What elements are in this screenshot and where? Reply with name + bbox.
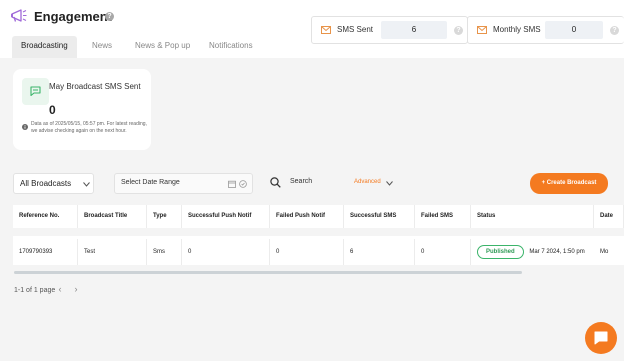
monthly-sms-value: 0 <box>545 21 603 39</box>
table-cell: 1709790393 <box>13 239 78 265</box>
table-cell: 0 <box>270 239 344 265</box>
tab-notifications[interactable]: Notifications <box>209 36 253 58</box>
message-icon <box>30 86 41 96</box>
broadcast-table: Reference No. Broadcast Title Type Succe… <box>13 205 624 265</box>
column-header[interactable]: Failed SMS <box>415 205 471 228</box>
chevron-down-icon <box>83 182 90 187</box>
horizontal-scrollbar[interactable] <box>14 271 522 274</box>
search-icon <box>270 177 281 188</box>
status-cell: Published Mar 7 2024, 1:50 pm <box>471 239 594 265</box>
next-page-button[interactable]: › <box>71 284 81 294</box>
chevron-down-icon <box>386 181 393 186</box>
table-cell: 6 <box>344 239 415 265</box>
sms-sent-label: SMS Sent <box>337 25 374 34</box>
megaphone-icon <box>11 9 27 22</box>
info-icon <box>22 124 28 130</box>
envelope-icon <box>477 26 487 34</box>
tab-news[interactable]: News <box>92 36 112 58</box>
row-separator <box>13 228 624 236</box>
monthly-sms-stat: Monthly SMS 0 ? <box>467 16 624 44</box>
page-title: Engagement <box>34 9 113 24</box>
card-title: May Broadcast SMS Sent <box>49 82 141 91</box>
card-value: 0 <box>49 103 56 117</box>
chat-icon-box <box>22 78 49 105</box>
column-header[interactable]: Reference No. <box>13 205 78 228</box>
pagination-text: 1-1 of 1 page <box>14 287 56 294</box>
tab-broadcasting[interactable]: Broadcasting <box>12 36 77 58</box>
calendar-icon <box>228 180 236 188</box>
advanced-search-link[interactable]: Advanced <box>354 179 381 185</box>
table-cell: 0 <box>182 239 270 265</box>
column-header[interactable]: Type <box>147 205 182 228</box>
table-cell: 0 <box>415 239 471 265</box>
previous-page-button[interactable]: ‹ <box>55 284 65 294</box>
date-cell: Mar 7 2024, 1:50 pm <box>529 249 585 255</box>
column-header[interactable]: Status <box>471 205 594 228</box>
table-cell: Mo <box>600 249 609 255</box>
column-header[interactable]: Broadcast Title <box>78 205 147 228</box>
broadcast-summary-card: May Broadcast SMS Sent 0 <box>13 69 151 150</box>
column-header[interactable]: Date <box>594 205 624 228</box>
tab-news-popup[interactable]: News & Pop up <box>135 36 190 58</box>
card-note: Data as of 2025/05/15, 05:57 pm. For lat… <box>31 121 147 134</box>
column-header[interactable]: Failed Push Notif <box>270 205 344 228</box>
sms-sent-value: 6 <box>381 21 447 39</box>
chat-support-button[interactable] <box>585 322 617 354</box>
search-bar: Search Advanced <box>263 173 407 194</box>
status-badge: Published <box>477 245 524 259</box>
column-header[interactable]: Successful Push Notif <box>182 205 270 228</box>
envelope-icon <box>321 26 331 34</box>
monthly-sms-label: Monthly SMS <box>493 25 541 34</box>
help-icon[interactable]: ? <box>454 26 463 35</box>
table-cell: Test <box>78 239 147 265</box>
search-input[interactable]: Search <box>290 178 312 185</box>
create-broadcast-button[interactable]: + Create Broadcast <box>530 173 608 194</box>
help-icon[interactable]: ? <box>105 12 114 21</box>
sms-sent-stat: SMS Sent 6 ? <box>311 16 468 44</box>
column-header[interactable]: Successful SMS <box>344 205 415 228</box>
broadcast-type-select[interactable]: All Broadcasts <box>13 173 94 194</box>
date-range-input[interactable]: Select Date Range <box>114 173 253 194</box>
help-icon[interactable]: ? <box>610 26 619 35</box>
clear-icon[interactable] <box>239 180 247 188</box>
chat-bubble-icon <box>594 331 608 345</box>
table-cell: Sms <box>147 239 182 265</box>
